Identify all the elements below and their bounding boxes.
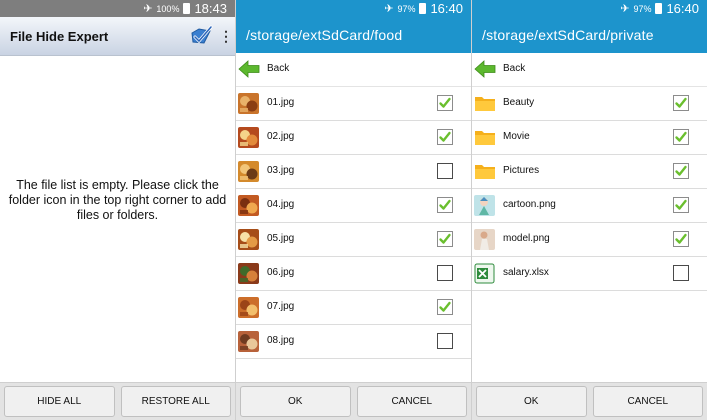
file-row[interactable]: 02.jpg — [236, 121, 471, 155]
image-thumbnail — [474, 229, 495, 250]
file-row[interactable]: 08.jpg — [236, 325, 471, 359]
battery-percent: 97% — [633, 3, 652, 14]
file-name: cartoon.png — [503, 199, 556, 210]
status-bar: ✈ 97% 16:40 — [472, 0, 707, 17]
folder-row[interactable]: Beauty — [472, 87, 707, 121]
back-label: Back — [503, 63, 526, 74]
more-vert-icon[interactable]: ⋮ — [217, 28, 235, 45]
clock: 16:40 — [666, 1, 699, 16]
clock: 16:40 — [430, 1, 463, 16]
file-row[interactable]: cartoon.png — [472, 189, 707, 223]
add-folder-check-icon[interactable] — [189, 25, 213, 47]
back-arrow-icon — [474, 60, 496, 78]
checkbox-checked[interactable] — [673, 197, 689, 213]
food-thumbnail — [238, 93, 259, 114]
checkbox-checked[interactable] — [673, 231, 689, 247]
file-row[interactable]: 07.jpg — [236, 291, 471, 325]
battery-icon — [419, 3, 427, 14]
folder-row[interactable]: Movie — [472, 121, 707, 155]
file-name: 03.jpg — [267, 165, 295, 176]
bottom-button-bar: OK CANCEL — [236, 382, 471, 420]
ok-button[interactable]: OK — [240, 386, 351, 417]
file-row[interactable]: 05.jpg — [236, 223, 471, 257]
food-thumbnail — [238, 229, 259, 250]
folder-icon — [474, 93, 495, 114]
file-name: 04.jpg — [267, 199, 295, 210]
file-picker-food: ✈ 97% 16:40 /storage/extSdCard/food Back… — [236, 0, 471, 420]
hide-all-button[interactable]: HIDE ALL — [4, 386, 115, 417]
file-name: Beauty — [503, 97, 535, 108]
restore-all-button[interactable]: RESTORE ALL — [120, 386, 231, 417]
cancel-button[interactable]: CANCEL — [592, 386, 703, 417]
empty-list-message: The file list is empty. Please click the… — [8, 178, 227, 222]
airplane-mode-icon: ✈ — [143, 3, 153, 15]
food-thumbnail — [238, 297, 259, 318]
file-name: 06.jpg — [267, 267, 295, 278]
folder-icon — [474, 127, 495, 148]
file-row[interactable]: model.png — [472, 223, 707, 257]
back-row[interactable]: Back — [472, 53, 707, 87]
checkbox-checked[interactable] — [437, 299, 453, 315]
file-name: 08.jpg — [267, 335, 295, 346]
file-name: salary.xlsx — [503, 267, 549, 278]
back-row[interactable]: Back — [236, 53, 471, 87]
file-list: Back Beauty Movie Pictures cartoon.png model… — [472, 53, 707, 291]
ok-button[interactable]: OK — [476, 386, 587, 417]
cancel-button[interactable]: CANCEL — [356, 386, 467, 417]
airplane-mode-icon: ✈ — [620, 3, 630, 15]
checkbox-checked[interactable] — [437, 231, 453, 247]
file-name: 02.jpg — [267, 131, 295, 142]
path-title: /storage/extSdCard/private — [472, 17, 707, 53]
file-name: 05.jpg — [267, 233, 295, 244]
back-arrow-icon — [238, 60, 260, 78]
checkbox-checked[interactable] — [673, 95, 689, 111]
file-row[interactable]: 01.jpg — [236, 87, 471, 121]
food-thumbnail — [238, 331, 259, 352]
file-name: Pictures — [503, 165, 540, 176]
path-title: /storage/extSdCard/food — [236, 17, 471, 53]
excel-file-icon — [474, 263, 495, 284]
file-name: 01.jpg — [267, 97, 295, 108]
file-row[interactable]: 04.jpg — [236, 189, 471, 223]
checkbox-checked[interactable] — [437, 129, 453, 145]
checkbox-checked[interactable] — [673, 129, 689, 145]
battery-percent: 97% — [397, 3, 416, 14]
main-screen: ✈ 100% 18:43 File Hide Expert ⋮ The file… — [0, 0, 235, 420]
bottom-button-bar: OK CANCEL — [472, 382, 707, 420]
file-row[interactable]: salary.xlsx — [472, 257, 707, 291]
back-label: Back — [267, 63, 290, 74]
checkbox-unchecked[interactable] — [437, 333, 453, 349]
folder-icon — [474, 161, 495, 182]
file-name: Movie — [503, 131, 530, 142]
food-thumbnail — [238, 161, 259, 182]
checkbox-checked[interactable] — [437, 197, 453, 213]
food-thumbnail — [238, 263, 259, 284]
status-bar: ✈ 100% 18:43 — [0, 0, 235, 17]
app-bar: File Hide Expert ⋮ — [0, 17, 235, 56]
file-row[interactable]: 06.jpg — [236, 257, 471, 291]
checkbox-checked[interactable] — [437, 95, 453, 111]
file-picker-private: ✈ 97% 16:40 /storage/extSdCard/private B… — [472, 0, 707, 420]
checkbox-unchecked[interactable] — [437, 163, 453, 179]
clock: 18:43 — [194, 1, 227, 16]
folder-row[interactable]: Pictures — [472, 155, 707, 189]
food-thumbnail — [238, 195, 259, 216]
status-bar: ✈ 97% 16:40 — [236, 0, 471, 17]
file-list: Back 01.jpg 02.jpg 03.jpg 04.jpg 05.jpg 06.jp… — [236, 53, 471, 359]
file-row[interactable]: 03.jpg — [236, 155, 471, 189]
battery-percent: 100% — [156, 3, 180, 14]
battery-icon — [655, 3, 663, 14]
file-name: model.png — [503, 233, 550, 244]
file-name: 07.jpg — [267, 301, 295, 312]
airplane-mode-icon: ✈ — [384, 3, 394, 15]
bottom-button-bar: HIDE ALL RESTORE ALL — [0, 382, 235, 420]
checkbox-unchecked[interactable] — [437, 265, 453, 281]
food-thumbnail — [238, 127, 259, 148]
image-thumbnail — [474, 195, 495, 216]
battery-icon — [183, 3, 191, 14]
app-title: File Hide Expert — [10, 28, 109, 44]
checkbox-unchecked[interactable] — [673, 265, 689, 281]
checkbox-checked[interactable] — [673, 163, 689, 179]
